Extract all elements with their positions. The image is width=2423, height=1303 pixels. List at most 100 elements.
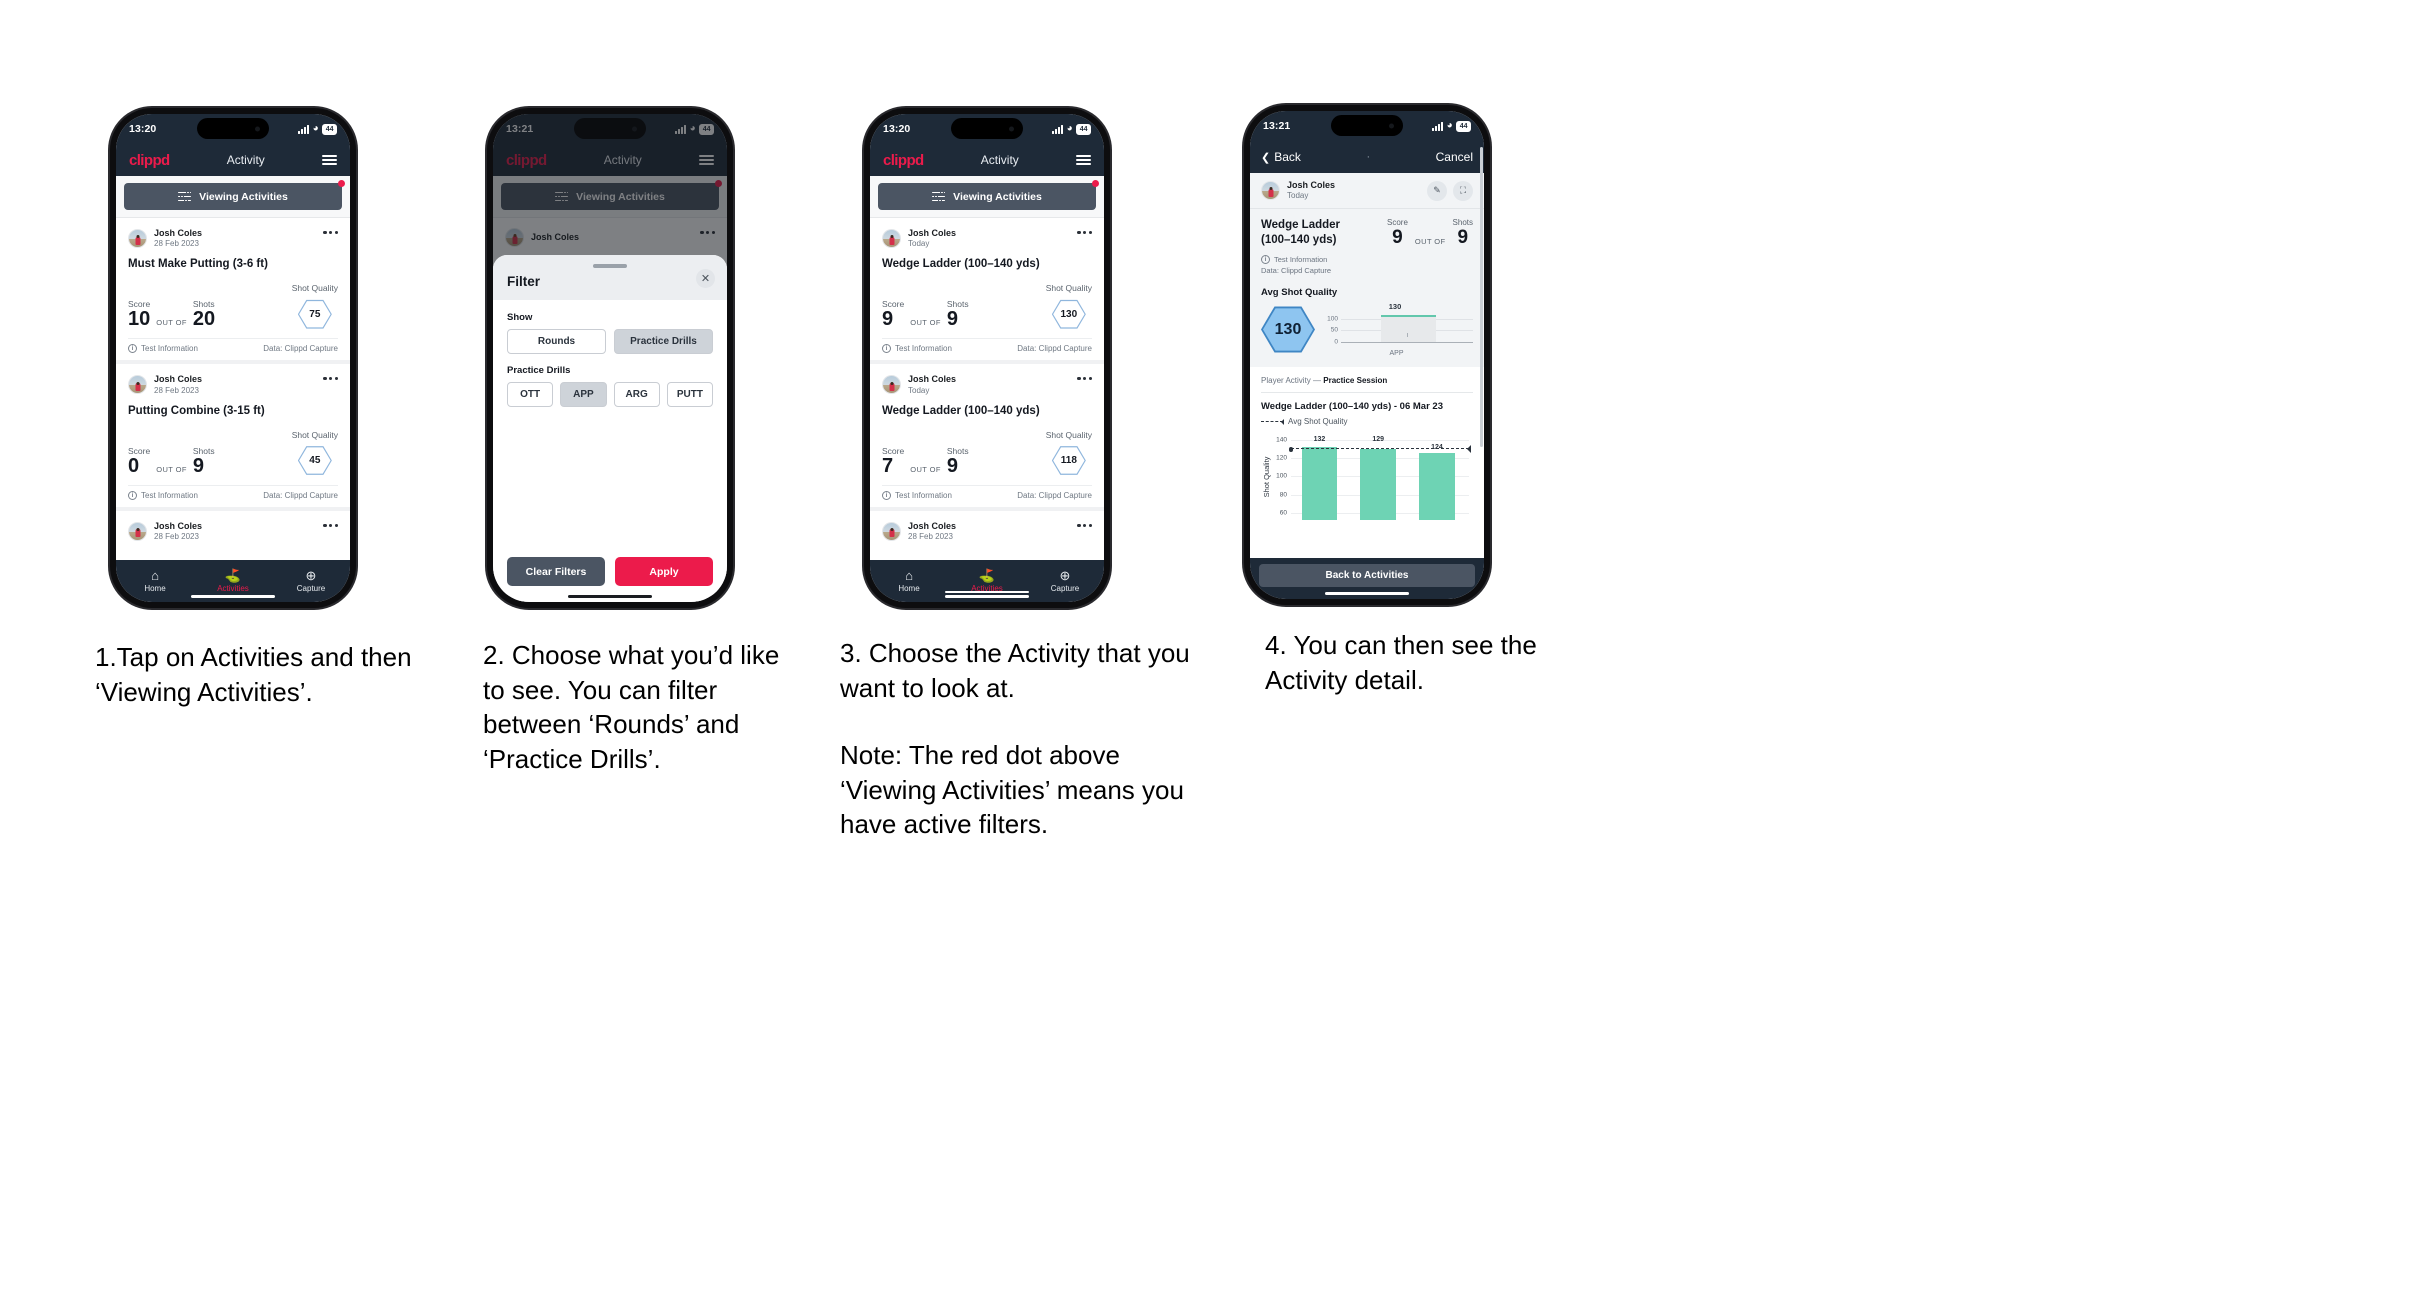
test-information[interactable]: i Test Information	[128, 490, 198, 500]
hexagon-badge: 130	[1051, 299, 1086, 329]
home-indicator	[1325, 591, 1409, 595]
tab-capture-label: Capture	[296, 584, 326, 593]
clippd-logo[interactable]: clippd	[883, 152, 924, 169]
cellular-bars-icon	[1432, 121, 1444, 131]
shots-value: 9	[946, 454, 958, 477]
mini-ytick-0: 0	[1334, 338, 1338, 345]
phone-1-activities-list: 13:20 ◕ 44 clippd Activity Viewing Activ…	[110, 108, 356, 608]
activity-card[interactable]: Josh Coles 28 Feb 2023	[870, 511, 1104, 542]
ytick-140: 140	[1276, 436, 1287, 443]
score-value: 7	[882, 454, 894, 477]
test-information[interactable]: i Test Information	[1261, 254, 1340, 265]
test-information[interactable]: i Test Information	[128, 344, 198, 354]
home-indicator	[568, 594, 652, 598]
card-stats: Score 0 OUT OF Shots 9 Shot Quality 45	[128, 425, 338, 485]
cancel-button[interactable]: Cancel	[1436, 150, 1473, 164]
bar-3-value: 124	[1431, 444, 1443, 452]
out-of-label: OUT OF	[910, 464, 941, 474]
shots-label: Shots	[946, 445, 969, 456]
option-rounds[interactable]: Rounds	[507, 328, 606, 354]
scrollbar[interactable]	[1480, 147, 1483, 447]
close-x-icon[interactable]: ✕	[696, 269, 715, 288]
activity-card[interactable]: Josh Coles Today Wedge Ladder (100–140 y…	[870, 218, 1104, 365]
apply-button[interactable]: Apply	[615, 557, 713, 586]
out-of-label: OUT OF	[156, 318, 187, 328]
shots-value: 9	[1457, 227, 1469, 249]
info-icon: i	[128, 344, 137, 354]
detail-summary: Wedge Ladder (100–140 yds) i Test Inform…	[1250, 209, 1484, 367]
activity-feed[interactable]: Josh Coles 28 Feb 2023 Must Make Putting…	[116, 218, 350, 560]
activity-card[interactable]: Josh Coles 28 Feb 2023	[116, 511, 350, 542]
player-activity-section: Player Activity — Practice Session Wedge…	[1250, 366, 1484, 558]
score-value: 10	[128, 308, 151, 331]
activity-date: Today	[908, 385, 930, 395]
status-bar: 13:20 ◕ 44	[116, 114, 350, 144]
card-overflow-menu-icon[interactable]	[323, 377, 338, 381]
activity-card[interactable]: Josh Coles 28 Feb 2023 Putting Combine (…	[116, 364, 350, 511]
card-footer: i Test Information Data: Clippd Capture	[882, 484, 1092, 507]
sheet-body: Show Rounds Practice Drills Practice Dri…	[493, 300, 727, 547]
tab-capture[interactable]: ⊕ Capture	[1026, 560, 1104, 602]
pencil-edit-icon[interactable]: ✎	[1427, 180, 1447, 201]
sheet-drag-handle[interactable]	[593, 264, 627, 268]
back-button[interactable]: ❮ Back	[1261, 150, 1301, 164]
detail-summary-row: Wedge Ladder (100–140 yds) i Test Inform…	[1261, 218, 1473, 276]
page-title: Activity	[226, 153, 265, 167]
detail-score-block: Score 9 OUT OF Shots 9	[1387, 218, 1473, 250]
card-overflow-menu-icon[interactable]	[323, 523, 338, 527]
active-tab-underline	[945, 591, 1029, 593]
activity-date: Today	[1287, 191, 1309, 201]
avatar	[882, 229, 901, 249]
score-stat: Score 0	[128, 446, 150, 476]
caption-step-3b: Note: The red dot above ‘Viewing Activit…	[840, 740, 1184, 840]
score-label: Score	[882, 445, 905, 456]
test-information-label: Test Information	[141, 490, 198, 500]
shots-stat: Shots 9	[947, 446, 969, 476]
test-information[interactable]: i Test Information	[882, 344, 952, 354]
mini-ytick-50: 50	[1330, 326, 1338, 334]
avg-shot-quality-hexagon: 130	[1261, 306, 1315, 354]
clippd-logo[interactable]: clippd	[129, 152, 170, 169]
clear-filters-button[interactable]: Clear Filters	[507, 557, 605, 586]
viewing-activities-button[interactable]: Viewing Activities	[878, 183, 1096, 210]
expand-fullscreen-icon[interactable]: ⛶	[1453, 180, 1473, 201]
tab-home[interactable]: ⌂ Home	[116, 560, 194, 602]
back-to-activities-button[interactable]: Back to Activities	[1259, 564, 1475, 587]
shots-stat: Shots 9	[1453, 218, 1473, 250]
status-icons: ◕ 44	[1052, 123, 1091, 135]
hamburger-menu-icon[interactable]	[322, 155, 337, 165]
option-app[interactable]: APP	[560, 381, 607, 407]
option-arg[interactable]: ARG	[613, 381, 660, 407]
card-overflow-menu-icon[interactable]	[323, 231, 338, 235]
golf-flag-icon: ⛳	[978, 568, 996, 583]
card-overflow-menu-icon[interactable]	[1077, 523, 1092, 527]
option-putt[interactable]: PUTT	[666, 381, 713, 407]
chevron-left-icon: ❮	[1261, 151, 1271, 164]
card-overflow-menu-icon[interactable]	[1077, 231, 1092, 235]
activity-feed[interactable]: Josh Coles Today Wedge Ladder (100–140 y…	[870, 218, 1104, 560]
shot-quality-label: Shot Quality	[1045, 283, 1092, 294]
detail-meta: i Test Information Data: Clippd Capture	[1261, 254, 1340, 277]
activity-card[interactable]: Josh Coles Today Wedge Ladder (100–140 y…	[870, 364, 1104, 511]
detail-user-bar: Josh Coles Today ✎ ⛶	[1250, 173, 1484, 210]
viewing-activities-button[interactable]: Viewing Activities	[124, 183, 342, 210]
card-overflow-menu-icon[interactable]	[1077, 377, 1092, 381]
phone-2-screen: 13:21 ◕ 44 clippd Activity	[493, 114, 727, 602]
test-information[interactable]: i Test Information	[882, 490, 952, 500]
option-ott[interactable]: OTT	[507, 381, 554, 407]
sliders-filter-icon	[932, 190, 946, 203]
avg-shot-quality-label: Avg Shot Quality	[1261, 286, 1338, 298]
activity-card[interactable]: Josh Coles 28 Feb 2023 Must Make Putting…	[116, 218, 350, 365]
hamburger-menu-icon[interactable]	[1076, 155, 1091, 165]
option-practice-drills[interactable]: Practice Drills	[614, 328, 713, 354]
tab-home[interactable]: ⌂ Home	[870, 560, 948, 602]
test-information-label: Test Information	[1274, 255, 1328, 264]
activity-date: 28 Feb 2023	[154, 239, 199, 249]
shots-stat: Shots 9	[193, 446, 215, 476]
detail-nav-bar: ❮ Back · Cancel	[1250, 141, 1484, 173]
tab-capture[interactable]: ⊕ Capture	[272, 560, 350, 602]
caption-step-4: 4. You can then see the Activity detail.	[1265, 630, 1537, 695]
wifi-icon: ◕	[1066, 123, 1073, 134]
mini-chart-data-label: 130	[1388, 301, 1402, 311]
card-header: Josh Coles Today	[882, 374, 1092, 395]
